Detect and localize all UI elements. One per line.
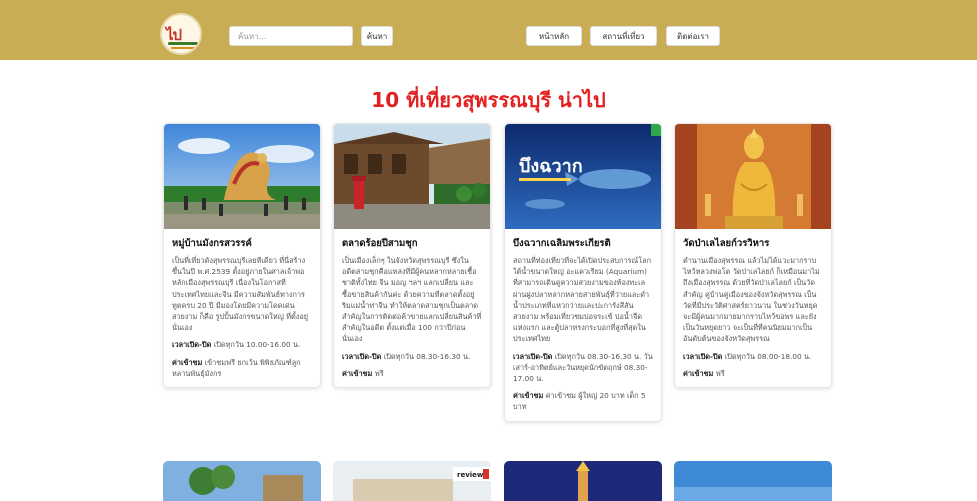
top-navbar: ไปไหน ค้นหา หน้าหลัก สถานที่เที่ยว ติดต่… (0, 0, 977, 60)
fee-label: ค่าเข้าชม (172, 357, 203, 367)
card-fee: ค่าเข้าชม ค่าเข้าชม ผู้ใหญ่ 20 บาท เด็ก … (513, 390, 653, 412)
fee-value: ฟรี (715, 368, 725, 378)
row2-image-4 (674, 461, 832, 501)
row2-image-3 (504, 461, 662, 501)
place-card[interactable]: ตลาดร้อยปีสามชุก เป็นเมืองเล็กๆ ในจังหวั… (333, 123, 491, 389)
hours-value: เปิดทุกวัน 08.30-16.30 น. (383, 351, 471, 361)
card-title[interactable]: บึงฉวากเฉลิมพระเกียรติ (513, 236, 653, 251)
row2-image-1 (163, 461, 321, 501)
logo-text: ไปไหน (166, 26, 192, 53)
bueng-chawak-image: บึงฉวาก (505, 124, 661, 229)
place-card-row2-3[interactable] (504, 461, 662, 501)
nav-places-button[interactable]: สถานที่เที่ยว (590, 26, 657, 46)
card-description: เป็นที่เที่ยวดังสุพรรณบุรีเลยทีเดียว ที่… (172, 256, 308, 333)
hours-value: เปิดทุกวัน 08.00-18.00 น. (724, 351, 812, 361)
card-fee: ค่าเข้าชม ฟรี (342, 368, 482, 379)
card-title[interactable]: วัดป่าเลไลยก์วรวิหาร (683, 236, 823, 251)
image-caption: บึงฉวาก (519, 156, 583, 177)
card-fee: ค่าเข้าชม ฟรี (683, 368, 823, 379)
card-image-bueng-chawak[interactable]: บึงฉวาก (505, 124, 661, 229)
card-title[interactable]: ตลาดร้อยปีสามชุก (342, 236, 482, 251)
card-image-dragon-village[interactable] (164, 124, 320, 229)
fee-value: ฟรี (374, 368, 384, 378)
card-description: สถานที่ท่องเที่ยวที่จะได้เปิดประสบการณ์โ… (513, 256, 652, 344)
card-description: เป็นเมืองเล็กๆ ในจังหวัดสุพรรณบุรี ซึ่งใ… (342, 256, 482, 344)
samchuk-market-image (334, 124, 490, 229)
nav-contact-button[interactable]: ติดต่อเรา (666, 26, 720, 46)
place-card-row2-2[interactable]: review (333, 461, 491, 501)
card-image-samchuk-market[interactable] (334, 124, 490, 229)
hours-value: เปิดทุกวัน 10.00-16.00 น. (213, 340, 301, 350)
card-hours: เวลาเปิด-ปิด เปิดทุกวัน 10.00-16.00 น. (172, 339, 312, 350)
fee-label: ค่าเข้าชม (513, 391, 544, 401)
page-title: 10 ที่เที่ยวสุพรรณบุรี น่าไป (371, 88, 606, 112)
hours-label: เวลาเปิด-ปิด (513, 351, 553, 361)
hours-label: เวลาเปิด-ปิด (342, 351, 382, 361)
card-image-wat-pa-lelai[interactable] (675, 124, 831, 229)
fee-label: ค่าเข้าชม (683, 368, 714, 378)
nav-home-button[interactable]: หน้าหลัก (526, 26, 582, 46)
card-hours: เวลาเปิด-ปิด เปิดทุกวัน 08.00-18.00 น. (683, 351, 823, 362)
card-title[interactable]: หมู่บ้านมังกรสวรรค์ (172, 236, 312, 251)
logo-underline-2 (171, 47, 195, 49)
search-input[interactable] (229, 26, 353, 46)
card-fee: ค่าเข้าชม เข้าชมฟรี ยกเว้น พิพิธภัณฑ์ลูก… (172, 357, 312, 379)
fee-label: ค่าเข้าชม (342, 368, 373, 378)
review-badge: review (457, 471, 484, 479)
place-card[interactable]: วัดป่าเลไลยก์วรวิหาร ตำนานเมืองสุพรรณ แล… (674, 123, 832, 389)
hours-label: เวลาเปิด-ปิด (683, 351, 723, 361)
place-card[interactable]: บึงฉวาก บึงฉวากเฉลิมพระเกียรติ สถานที่ท่… (504, 123, 662, 422)
card-description: ตำนานเมืองสุพรรณ แล้วไม่ได้แวะมากราบไหว้… (683, 256, 820, 344)
dragon-village-image (164, 124, 320, 229)
hours-label: เวลาเปิด-ปิด (172, 340, 212, 350)
card-hours: เวลาเปิด-ปิด เปิดทุกวัน 08.30-16.30 น. ว… (513, 351, 653, 385)
search-button[interactable]: ค้นหา (361, 26, 393, 46)
place-card-row2-4[interactable] (674, 461, 832, 501)
card-hours: เวลาเปิด-ปิด เปิดทุกวัน 08.30-16.30 น. (342, 351, 482, 362)
place-card-row2-1[interactable] (163, 461, 321, 501)
logo-underline (168, 42, 198, 45)
row2-image-2: review (333, 461, 491, 501)
site-logo[interactable]: ไปไหน (160, 13, 202, 55)
wat-pa-lelai-image (675, 124, 831, 229)
place-card[interactable]: หมู่บ้านมังกรสวรรค์ เป็นที่เที่ยวดังสุพร… (163, 123, 321, 389)
